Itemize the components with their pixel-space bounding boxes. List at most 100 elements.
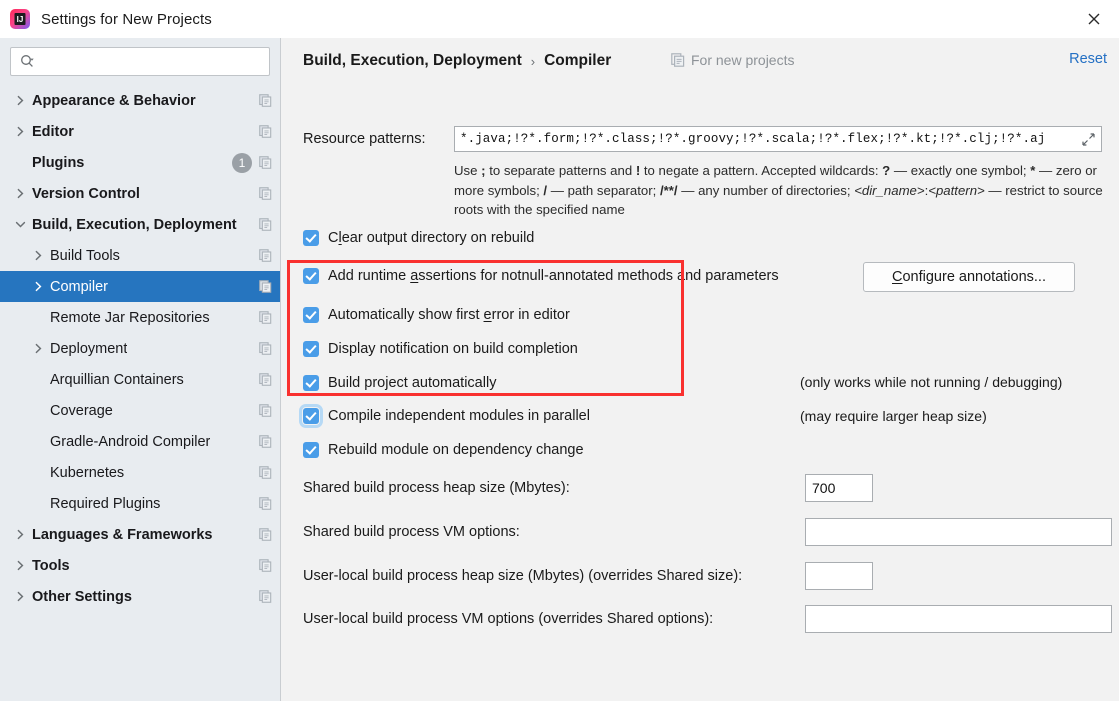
input-shared-vm-options[interactable] xyxy=(805,518,1112,546)
checkbox-display-notification-build-completion[interactable] xyxy=(303,341,319,357)
input-user-local-vm-options[interactable] xyxy=(805,605,1112,633)
label-shared-vm-options: Shared build process VM options: xyxy=(303,524,520,540)
chevron-right-icon[interactable] xyxy=(32,342,45,355)
copy-pages-icon[interactable] xyxy=(259,590,272,603)
chevron-right-icon[interactable] xyxy=(14,528,27,541)
copy-pages-icon[interactable] xyxy=(259,249,272,262)
sidebar-item-label: Other Settings xyxy=(32,588,132,605)
label-prefix: Automatically show first xyxy=(328,307,484,323)
chevron-right-icon[interactable] xyxy=(32,249,45,262)
chevron-right-icon[interactable] xyxy=(14,559,27,572)
breadcrumb-separator: › xyxy=(530,53,536,69)
hint-globstar: /**/ xyxy=(659,182,678,198)
copy-pages-icon[interactable] xyxy=(259,342,272,355)
sidebar-item-label: Version Control xyxy=(32,185,140,202)
copy-pages-icon[interactable] xyxy=(259,156,272,169)
sidebar-item-version-control[interactable]: Version Control xyxy=(0,178,280,209)
chevron-down-icon[interactable] xyxy=(14,218,27,231)
input-shared-heap-size[interactable] xyxy=(805,474,873,502)
checkbox-row-clear-output-directory[interactable]: Clear output directory on rebuild xyxy=(303,230,534,246)
checkbox-row-compile-independent-modules-parallel[interactable]: Compile independent modules in parallel xyxy=(299,404,590,428)
checkbox-label-compile-independent-modules-parallel: Compile independent modules in parallel xyxy=(328,408,590,424)
scope-note: For new projects xyxy=(671,52,794,68)
sidebar-item-label: Editor xyxy=(32,123,74,140)
label-user-local-vm-options: User-local build process VM options (ove… xyxy=(303,611,714,627)
label-suffix: ear output directory on rebuild xyxy=(341,230,535,246)
sidebar-item-deployment[interactable]: Deployment xyxy=(0,333,280,364)
chevron-right-icon[interactable] xyxy=(32,280,45,293)
svg-text:IJ: IJ xyxy=(17,15,24,24)
label-user-local-heap-size: User-local build process heap size (Mbyt… xyxy=(303,568,743,584)
checkbox-rebuild-module-on-dependency-change[interactable] xyxy=(303,442,319,458)
sidebar-item-build-tools[interactable]: Build Tools xyxy=(0,240,280,271)
chevron-right-icon[interactable] xyxy=(14,125,27,138)
search-input[interactable] xyxy=(35,48,269,75)
sidebar-item-other-settings[interactable]: Other Settings xyxy=(0,581,280,612)
settings-sidebar: Appearance & Behavior Editor Plugins 1 Versi… xyxy=(0,38,281,701)
checkbox-row-rebuild-module-on-dependency-change[interactable]: Rebuild module on dependency change xyxy=(303,442,584,458)
configure-annotations-button[interactable]: Configure annotations... xyxy=(863,262,1075,292)
sidebar-item-remote-jar-repositories[interactable]: Remote Jar Repositories xyxy=(0,302,280,333)
chevron-right-icon[interactable] xyxy=(14,187,27,200)
sidebar-item-label: Required Plugins xyxy=(50,495,161,512)
copy-pages-icon[interactable] xyxy=(259,528,272,541)
sidebar-item-appearance-behavior[interactable]: Appearance & Behavior xyxy=(0,85,280,116)
hint-frag-2: to separate patterns and xyxy=(485,163,636,178)
sidebar-item-arquillian-containers[interactable]: Arquillian Containers xyxy=(0,364,280,395)
reset-link[interactable]: Reset xyxy=(1069,51,1107,67)
copy-pages-icon[interactable] xyxy=(259,559,272,572)
sidebar-item-gradle-android-compiler[interactable]: Gradle-Android Compiler xyxy=(0,426,280,457)
checkbox-row-display-notification-build-completion[interactable]: Display notification on build completion xyxy=(303,341,578,357)
checkbox-row-build-project-automatically[interactable]: Build project automatically xyxy=(303,375,496,391)
copy-pages-icon[interactable] xyxy=(259,280,272,293)
label-suffix: rror in editor xyxy=(491,307,570,323)
hint-question: ? xyxy=(882,163,891,178)
sidebar-item-compiler[interactable]: Compiler xyxy=(0,271,280,302)
configure-annotations-label: onfigure annotations... xyxy=(902,269,1046,285)
checkbox-add-runtime-assertions[interactable] xyxy=(303,268,319,284)
input-user-local-heap-size[interactable] xyxy=(805,562,873,590)
label-prefix: Display notification on build completion xyxy=(328,341,578,357)
sidebar-item-editor[interactable]: Editor xyxy=(0,116,280,147)
resource-patterns-field[interactable] xyxy=(454,126,1102,152)
sidebar-item-languages-frameworks[interactable]: Languages & Frameworks xyxy=(0,519,280,550)
copy-pages-icon[interactable] xyxy=(259,404,272,417)
checkbox-build-project-automatically[interactable] xyxy=(303,375,319,391)
copy-pages-icon[interactable] xyxy=(259,497,272,510)
copy-pages-icon[interactable] xyxy=(259,187,272,200)
side-note-parallel-compile: (may require larger heap size) xyxy=(800,408,987,424)
chevron-right-icon[interactable] xyxy=(14,590,27,603)
hint-pattern: <pattern> xyxy=(928,182,985,198)
copy-pages-icon[interactable] xyxy=(259,435,272,448)
side-note-build-automatically: (only works while not running / debuggin… xyxy=(800,374,1063,390)
breadcrumb-root[interactable]: Build, Execution, Deployment xyxy=(303,52,522,70)
checkbox-row-auto-show-first-error[interactable]: Automatically show first error in editor xyxy=(303,307,570,323)
copy-pages-icon[interactable] xyxy=(259,125,272,138)
checkbox-clear-output-directory[interactable] xyxy=(303,230,319,246)
sidebar-item-kubernetes[interactable]: Kubernetes xyxy=(0,457,280,488)
copy-pages-icon[interactable] xyxy=(259,94,272,107)
copy-pages-icon[interactable] xyxy=(259,218,272,231)
checkbox-auto-show-first-error[interactable] xyxy=(303,307,319,323)
sidebar-item-required-plugins[interactable]: Required Plugins xyxy=(0,488,280,519)
sidebar-item-plugins[interactable]: Plugins 1 xyxy=(0,147,280,178)
checkbox-compile-independent-modules-parallel[interactable] xyxy=(299,404,323,428)
scope-note-label: For new projects xyxy=(691,52,795,68)
close-icon[interactable] xyxy=(1069,0,1119,38)
label-prefix: Add runtime xyxy=(328,268,411,284)
sidebar-item-coverage[interactable]: Coverage xyxy=(0,395,280,426)
copy-pages-icon[interactable] xyxy=(259,311,272,324)
sidebar-item-tools[interactable]: Tools xyxy=(0,550,280,581)
search-box[interactable] xyxy=(10,47,270,76)
sidebar-item-label: Build Tools xyxy=(50,247,120,264)
checkbox-row-add-runtime-assertions[interactable]: Add runtime assertions for notnull-annot… xyxy=(303,268,779,284)
copy-pages-icon[interactable] xyxy=(259,466,272,479)
sidebar-item-build-execution-deployment[interactable]: Build, Execution, Deployment xyxy=(0,209,280,240)
copy-pages-icon[interactable] xyxy=(259,373,272,386)
sidebar-item-label: Coverage xyxy=(50,402,113,419)
chevron-right-icon[interactable] xyxy=(14,94,27,107)
label-prefix: Build project automatically xyxy=(328,375,497,391)
sidebar-item-label: Gradle-Android Compiler xyxy=(50,433,211,450)
expand-arrows-icon[interactable] xyxy=(1081,132,1096,147)
resource-patterns-input[interactable] xyxy=(455,132,1081,146)
